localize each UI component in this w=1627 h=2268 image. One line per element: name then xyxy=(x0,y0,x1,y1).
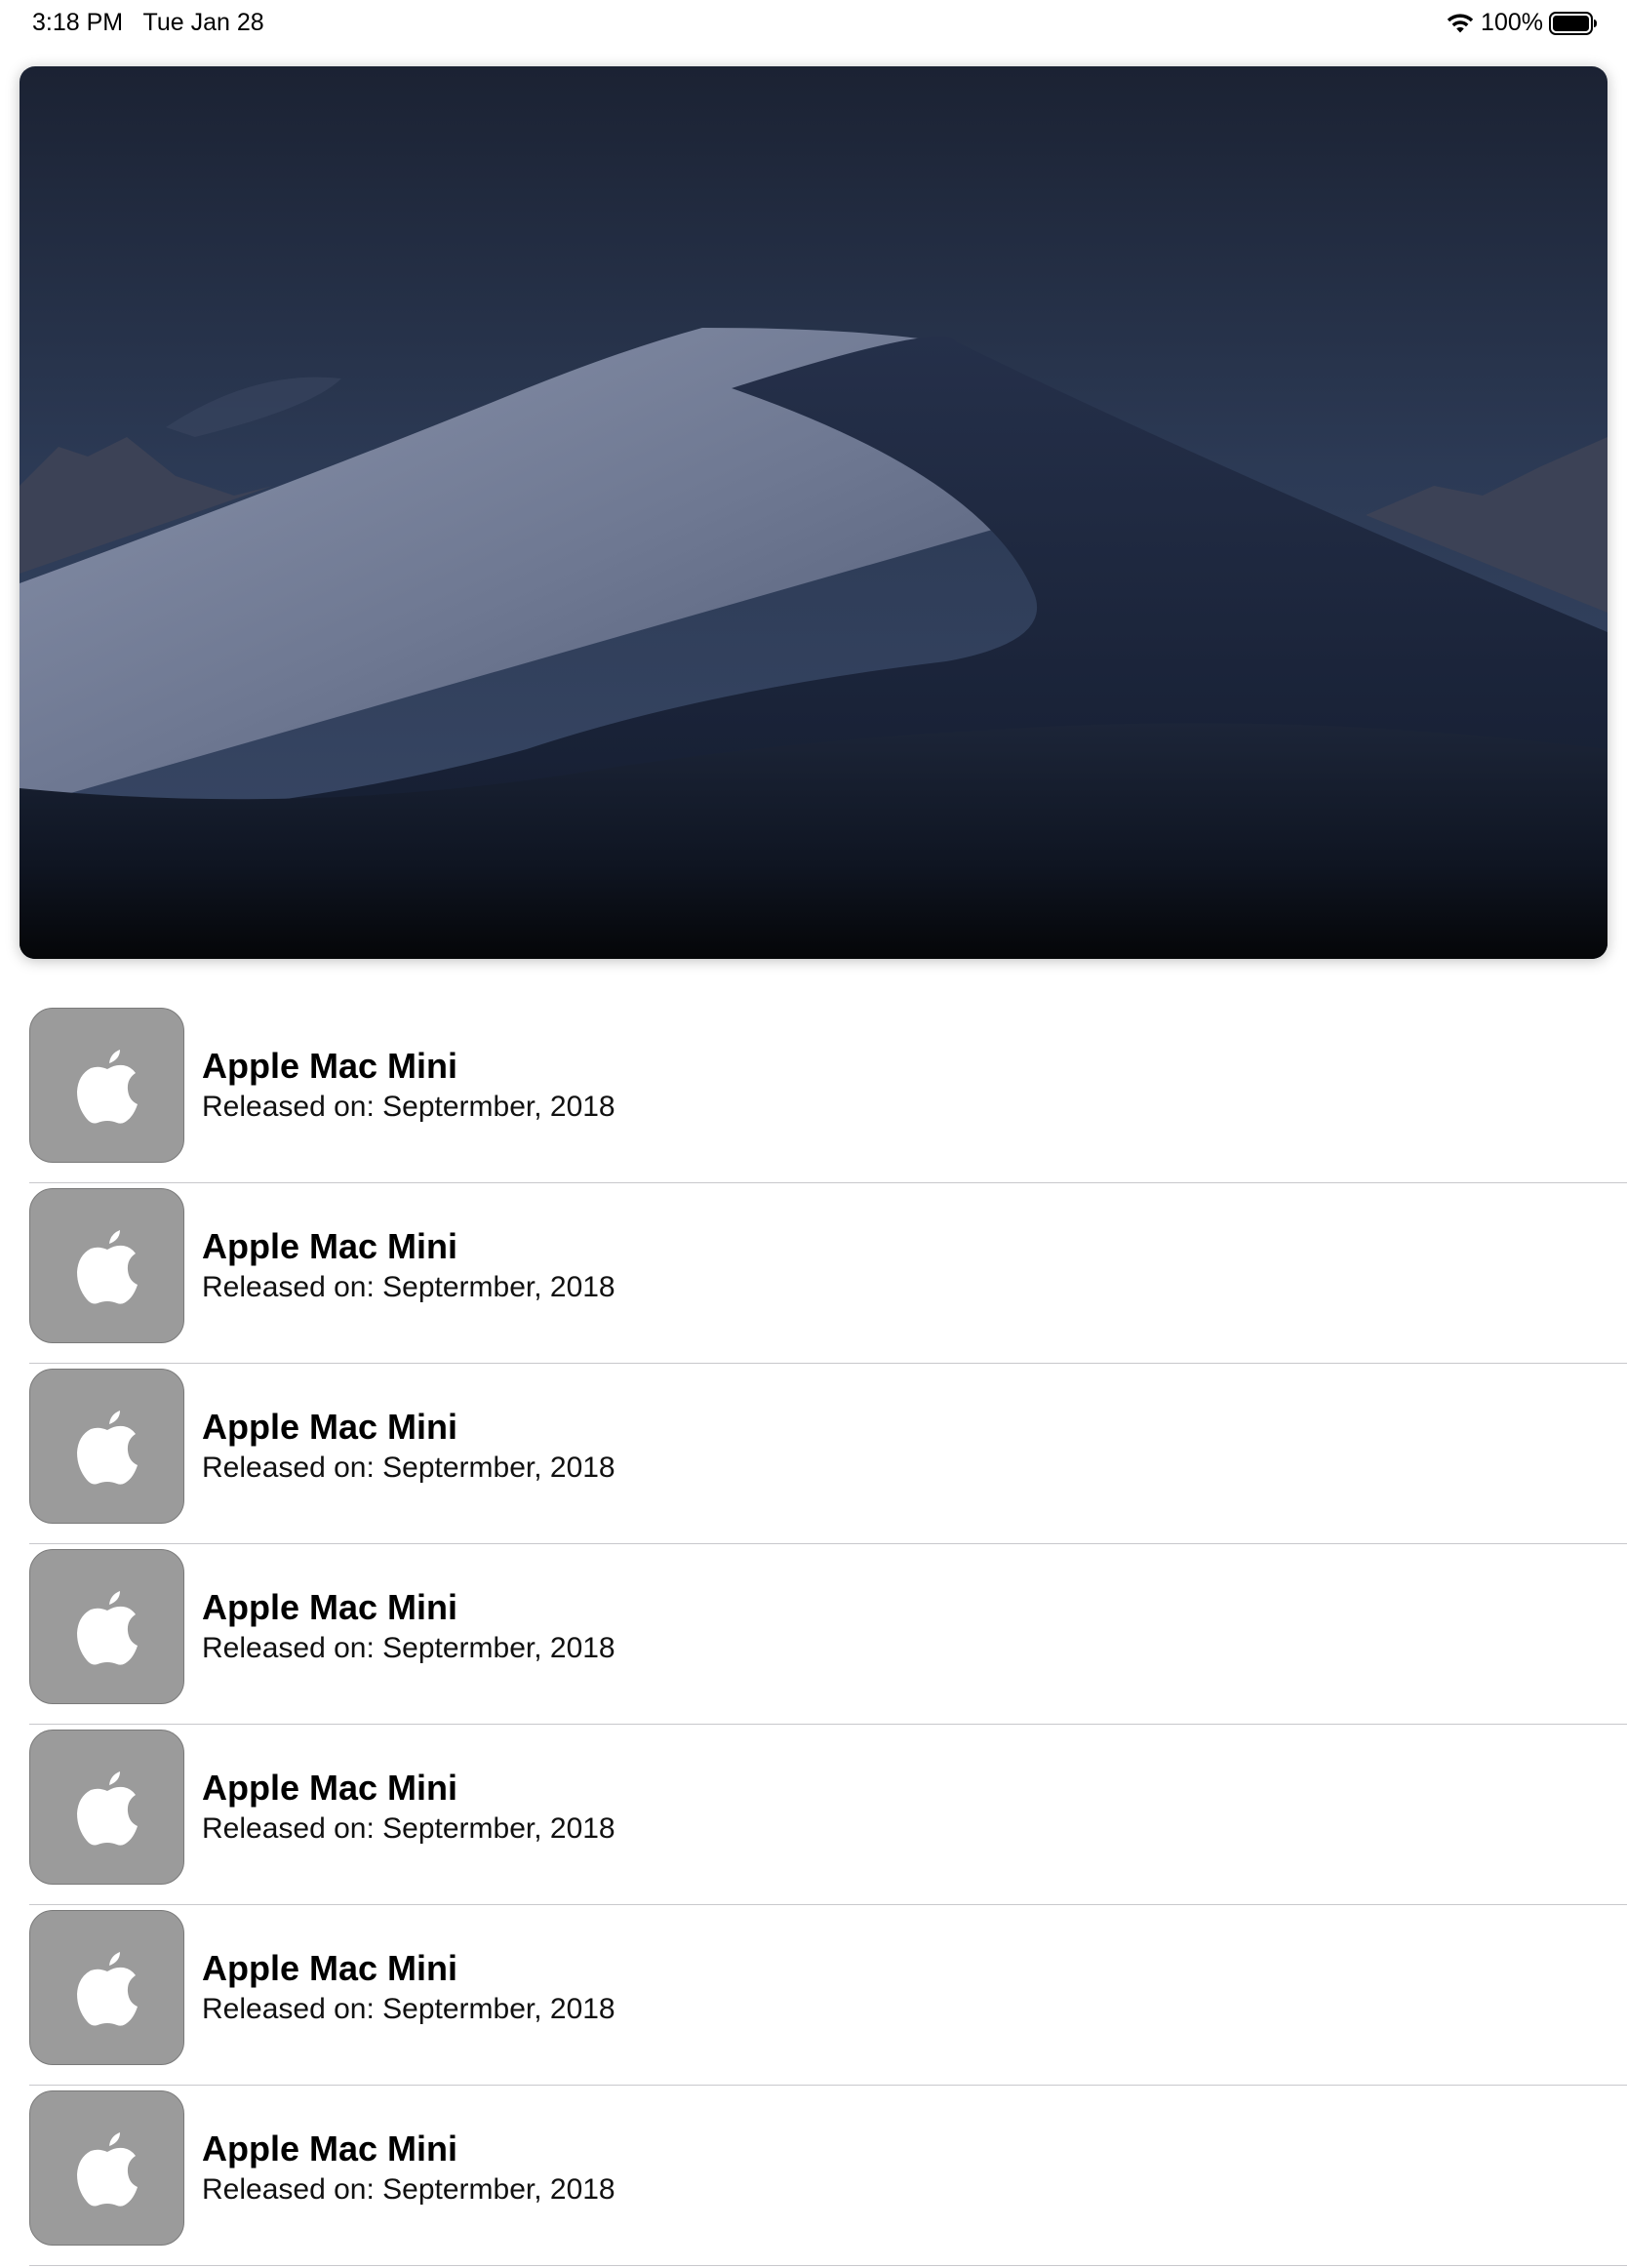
product-title: Apple Mac Mini xyxy=(202,2129,458,2169)
product-thumbnail xyxy=(29,1910,184,2065)
status-indicators: 100% xyxy=(1446,9,1598,37)
battery-percentage: 100% xyxy=(1481,9,1543,36)
list-item[interactable]: Apple Mac Mini Released on: Septermber, … xyxy=(0,2088,1627,2268)
product-thumbnail xyxy=(29,1549,184,1704)
list-item[interactable]: Apple Mac Mini Released on: Septermber, … xyxy=(0,1366,1627,1546)
product-title: Apple Mac Mini xyxy=(202,1948,458,1988)
product-list[interactable]: Apple Mac Mini Released on: Septermber, … xyxy=(0,1005,1627,2268)
product-title: Apple Mac Mini xyxy=(202,1407,458,1447)
row-divider xyxy=(29,1182,1627,1183)
hero-wallpaper-image xyxy=(20,66,1607,959)
product-title: Apple Mac Mini xyxy=(202,1226,458,1266)
list-item[interactable]: Apple Mac Mini Released on: Septermber, … xyxy=(0,1727,1627,1907)
apple-logo-icon xyxy=(76,1410,138,1485)
release-date: Released on: Septermber, 2018 xyxy=(202,1993,615,2025)
product-thumbnail xyxy=(29,1008,184,1163)
product-title: Apple Mac Mini xyxy=(202,1768,458,1808)
apple-logo-icon xyxy=(76,1049,138,1124)
apple-logo-icon xyxy=(76,1951,138,2026)
product-title: Apple Mac Mini xyxy=(202,1046,458,1086)
row-divider xyxy=(29,2265,1627,2266)
release-date: Released on: Septermber, 2018 xyxy=(202,1091,615,1123)
battery-icon xyxy=(1549,11,1597,35)
row-divider xyxy=(29,1724,1627,1725)
product-thumbnail xyxy=(29,1188,184,1343)
product-title: Apple Mac Mini xyxy=(202,1587,458,1627)
list-item[interactable]: Apple Mac Mini Released on: Septermber, … xyxy=(0,1907,1627,2088)
product-thumbnail xyxy=(29,1369,184,1524)
row-divider xyxy=(29,1363,1627,1364)
row-divider xyxy=(29,2085,1627,2086)
release-date: Released on: Septermber, 2018 xyxy=(202,1271,615,1303)
status-bar: 3:18 PM Tue Jan 28 100% xyxy=(0,0,1627,47)
product-thumbnail xyxy=(29,2090,184,2246)
apple-logo-icon xyxy=(76,2131,138,2207)
apple-logo-icon xyxy=(76,1771,138,1846)
release-date: Released on: Septermber, 2018 xyxy=(202,1812,615,1845)
apple-logo-icon xyxy=(76,1590,138,1665)
desert-dune-illustration xyxy=(20,66,1607,959)
release-date: Released on: Septermber, 2018 xyxy=(202,2173,615,2206)
list-item[interactable]: Apple Mac Mini Released on: Septermber, … xyxy=(0,1546,1627,1727)
row-divider xyxy=(29,1543,1627,1544)
list-item[interactable]: Apple Mac Mini Released on: Septermber, … xyxy=(0,1185,1627,1366)
apple-logo-icon xyxy=(76,1229,138,1304)
status-time: 3:18 PM Tue Jan 28 xyxy=(32,9,264,36)
row-divider xyxy=(29,1904,1627,1905)
release-date: Released on: Septermber, 2018 xyxy=(202,1632,615,1664)
list-item[interactable]: Apple Mac Mini Released on: Septermber, … xyxy=(0,1005,1627,1185)
wifi-icon xyxy=(1447,13,1474,32)
product-thumbnail xyxy=(29,1730,184,1885)
release-date: Released on: Septermber, 2018 xyxy=(202,1452,615,1484)
